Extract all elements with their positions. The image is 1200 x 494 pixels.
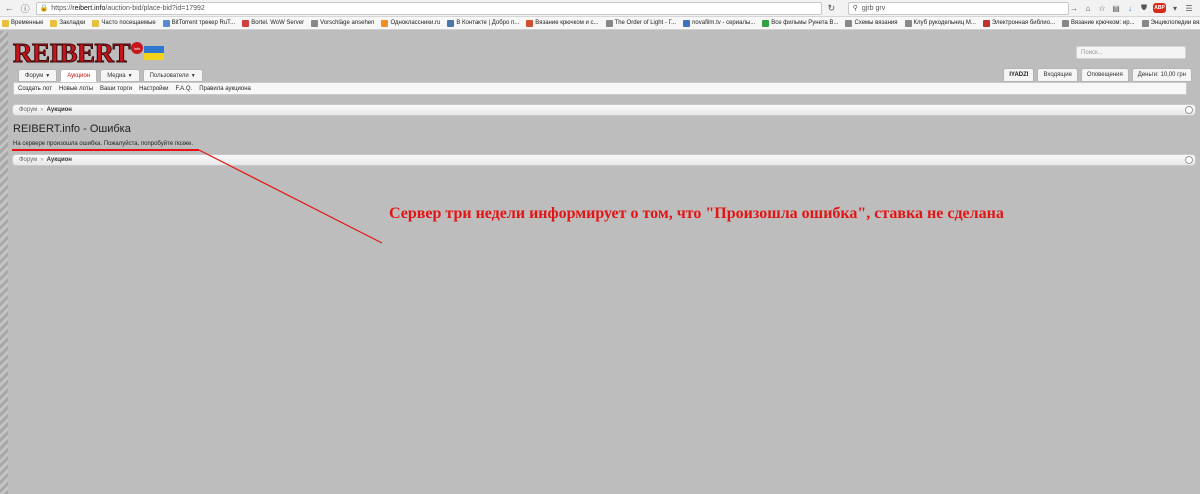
annotation-overlay [12,149,383,244]
annotation-text: Сервер три недели информирует о том, что… [389,205,1004,222]
annotation-arrow-line [198,149,383,244]
